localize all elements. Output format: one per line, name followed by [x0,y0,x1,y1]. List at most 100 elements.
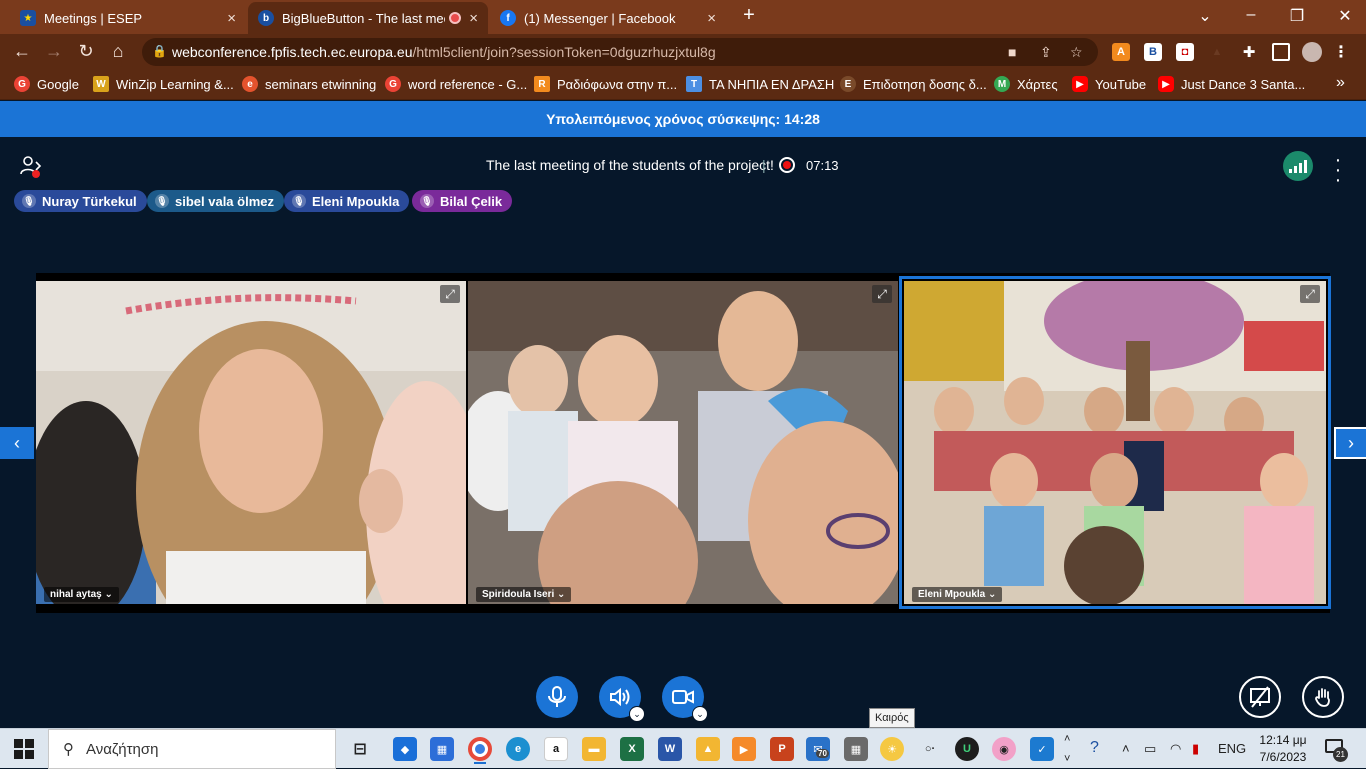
weather-icon[interactable]: ☀ [880,737,904,761]
forward-icon[interactable]: → [42,41,66,62]
restore-icon[interactable]: ❐ [1282,6,1312,26]
red-tray-icon[interactable]: ▮ [1192,741,1199,757]
chevron-down-icon[interactable]: ⌄ [692,706,708,722]
video-tile[interactable]: ⤢ Spiridoula Iseri ⌄ [468,281,898,604]
minimize-icon[interactable]: – [1236,6,1266,24]
close-tab-icon[interactable]: × [707,10,716,27]
media-player-icon[interactable]: ▶ [732,737,756,761]
tab-title: (1) Messenger | Facebook [524,10,676,26]
word-icon[interactable]: W [658,737,682,761]
app-circle-icon[interactable]: ○· [918,737,942,761]
edge-icon[interactable]: e [506,737,530,761]
camera-in-use-icon[interactable]: ■ [1008,44,1016,60]
youtube-icon: ▶ [1072,76,1088,92]
next-page-button[interactable]: › [1334,427,1366,459]
fullscreen-icon[interactable]: ⤢ [1300,285,1320,303]
address-bar[interactable]: 🔒 webconference.fpfis.tech.ec.europa.eu /… [142,38,1098,66]
bookmark-item[interactable]: M Χάρτες [994,76,1058,92]
chevron-down-icon[interactable]: ⌄ [629,706,645,722]
clock[interactable]: 12:14 μμ 7/6/2023 [1250,732,1316,766]
connection-status-button[interactable] [1283,151,1313,181]
file-explorer-icon[interactable]: ▬ [582,737,606,761]
notification-dot [32,170,40,178]
camera-button[interactable]: ⌄ [662,676,708,722]
input-language[interactable]: ENG [1218,741,1246,756]
calendar-icon[interactable]: ▦ [430,737,454,761]
bookmark-item[interactable]: ▶ Just Dance 3 Santa... [1158,76,1305,92]
windows-start-icon[interactable] [14,739,34,759]
extension-shield-icon[interactable]: ◘ [1176,43,1194,61]
browser-app-icon[interactable]: ◉ [992,737,1016,761]
browser-menu-icon[interactable]: ⋮ [1332,43,1350,61]
security-app-icon[interactable]: ✓ [1030,737,1054,761]
conference-area: The last meeting of the students of the … [0,137,1366,728]
fullscreen-icon[interactable]: ⤢ [872,285,892,303]
fullscreen-icon[interactable]: ⤢ [440,285,460,303]
users-list-toggle[interactable] [20,155,44,179]
audio-button[interactable]: ⌄ [599,676,645,722]
folder-icon[interactable]: ▲ [696,737,720,761]
meeting-title: The last meeting of the students of the … [486,157,774,173]
previous-page-button[interactable]: ‹ [0,427,34,459]
battery-icon[interactable]: ▭ [1144,741,1156,757]
back-icon[interactable]: ← [10,41,34,62]
recording-icon[interactable] [779,157,795,173]
extension-b-icon[interactable]: B [1144,43,1162,61]
close-tab-icon[interactable]: × [227,10,236,27]
calculator-icon[interactable]: ▦ [844,737,868,761]
excel-icon[interactable]: X [620,737,644,761]
home-icon[interactable]: ⌂ [106,41,130,62]
help-icon[interactable]: ? [1090,739,1099,757]
bookmark-item[interactable]: R Ραδιόφωνα στην π... [534,76,677,92]
tab-bigbluebutton[interactable]: b BigBlueButton - The last mee × [248,2,488,34]
bookmark-item[interactable]: W WinZip Learning &... [93,76,234,92]
extension-a-icon[interactable]: A [1112,43,1130,61]
bookmark-item[interactable]: e seminars etwinning [242,76,376,92]
microphone-icon: 🎙 [155,194,169,208]
vpn-icon[interactable]: U [955,737,979,761]
bookmark-item[interactable]: E Επιδοτηση δοσης δ... [840,76,987,92]
dropbox-icon[interactable]: ◆ [393,737,417,761]
participant-name[interactable]: Spiridoula Iseri ⌄ [476,587,572,602]
tab-messenger[interactable]: f (1) Messenger | Facebook × [490,2,726,34]
bookmark-star-icon[interactable]: ☆ [1070,44,1083,61]
taskbar-search-box[interactable]: ⚲ Αναζήτηση [48,729,336,769]
close-tab-icon[interactable]: × [469,10,478,27]
raise-hand-button[interactable] [1302,676,1344,718]
options-menu-icon[interactable]: · · · [1331,150,1345,190]
powerpoint-icon[interactable]: P [770,737,794,761]
chrome-icon[interactable] [468,737,492,764]
bookmark-item[interactable]: Gword reference - G... [385,76,527,92]
bookmark-item[interactable]: G Google [14,76,79,92]
extensions-puzzle-icon[interactable]: ✚ [1240,43,1258,61]
tab-meetings-esep[interactable]: ★ Meetings | ESEP × [10,2,246,34]
close-window-icon[interactable]: ✕ [1330,6,1360,26]
video-tile-active-speaker[interactable]: ⤢ Eleni Mpoukla ⌄ [899,276,1331,609]
microphone-button[interactable] [536,676,578,718]
notification-center-icon[interactable]: 21 [1325,739,1348,762]
extension-dim-icon[interactable]: ▲ [1208,43,1226,61]
wifi-icon[interactable]: ◠ [1170,741,1181,757]
talking-indicator[interactable]: 🎙 Nuray Türkekul [14,190,147,212]
taskbar-scroll-arrows[interactable]: ˄ ˅ [1064,729,1070,769]
new-tab-button[interactable]: + [734,4,764,27]
hidden-icons-chevron[interactable]: ˄ [1122,741,1130,756]
tab-search-icon[interactable]: ⌄ [1190,6,1220,26]
bookmark-item[interactable]: ▶ YouTube [1072,76,1146,92]
talking-indicator[interactable]: 🎙 sibel vala ölmez [147,190,284,212]
participant-name[interactable]: Eleni Mpoukla ⌄ [912,587,1003,602]
talking-indicator[interactable]: 🎙 Bilal Çelik [412,190,513,212]
reload-icon[interactable]: ↻ [74,41,98,62]
share-icon[interactable]: ⇪ [1040,44,1052,61]
side-panel-icon[interactable] [1272,43,1290,61]
amazon-icon[interactable]: a [544,737,568,761]
mail-icon[interactable]: ✉ 70 [806,737,830,761]
participant-name[interactable]: nihal aytaş ⌄ [44,587,119,602]
more-bookmarks-button[interactable]: » [1336,74,1345,92]
task-view-icon[interactable]: ⊟ [348,737,372,761]
profile-avatar[interactable] [1302,42,1322,62]
presentation-toggle-button[interactable] [1239,676,1281,718]
talking-indicator[interactable]: 🎙 Eleni Mpoukla [284,190,410,212]
video-tile[interactable]: ⤢ nihal aytaş ⌄ [36,281,466,604]
bookmark-item[interactable]: T ΤΑ ΝΗΠΙΑ ΕΝ ΔΡΑΣΗ [686,76,834,92]
